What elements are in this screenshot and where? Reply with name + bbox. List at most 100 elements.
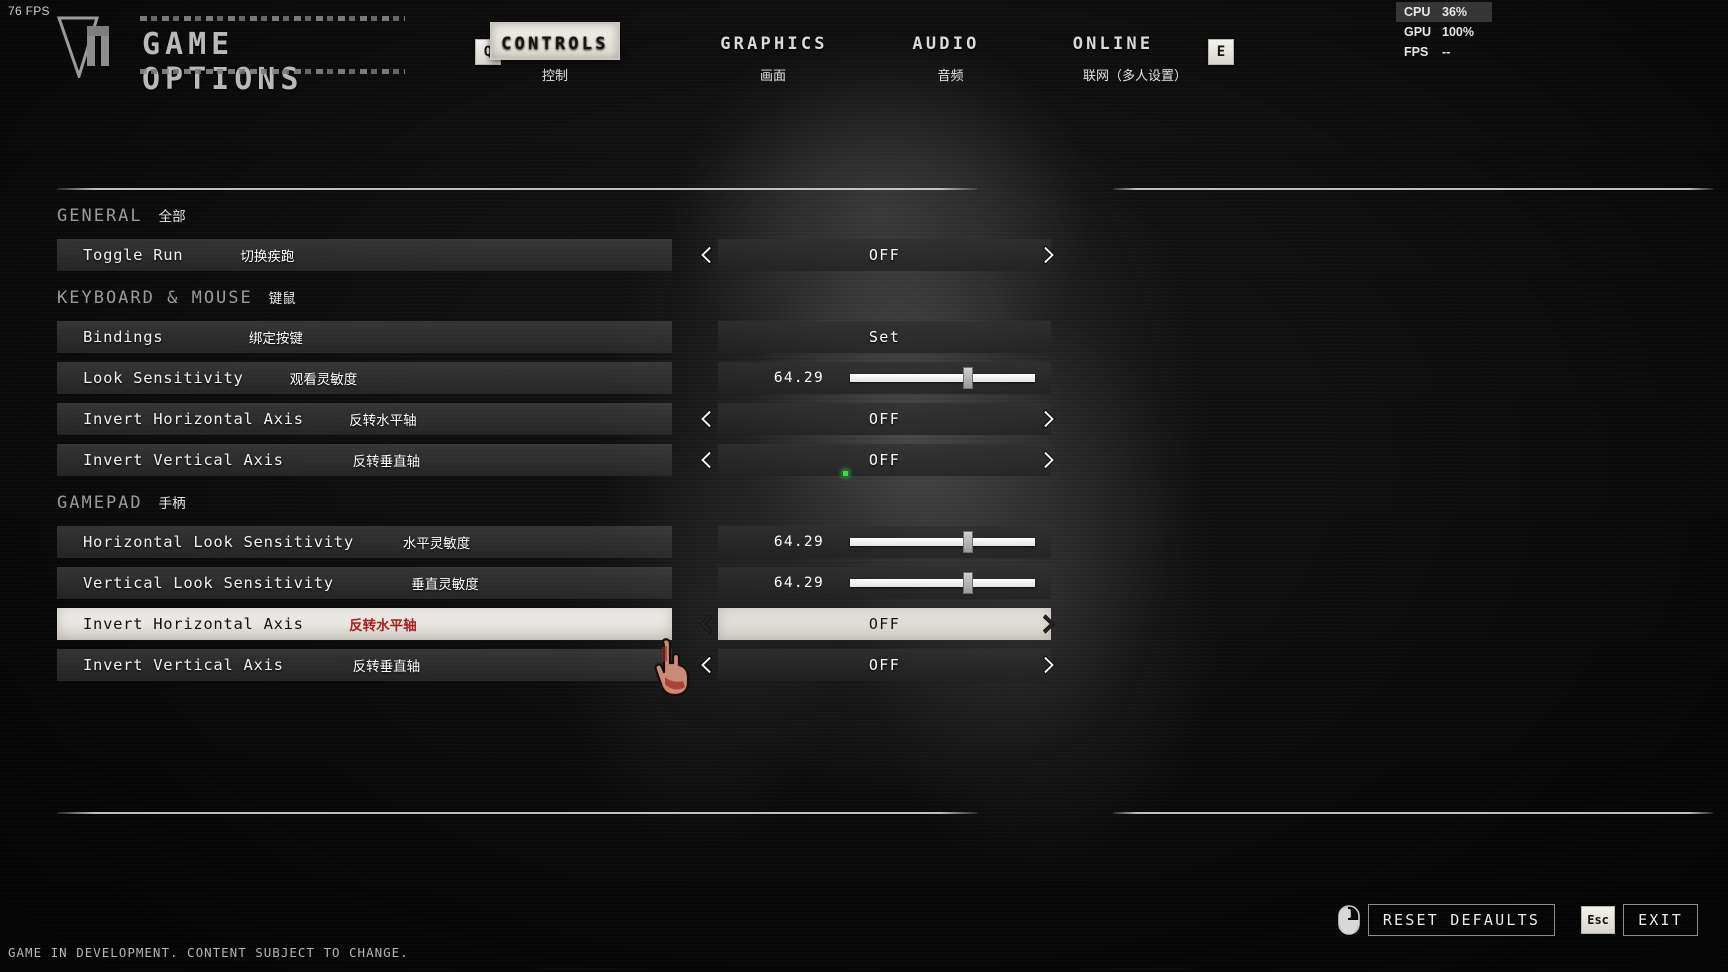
settings-group-header: GENERAL 全部 — [57, 205, 1087, 239]
reset-defaults-button[interactable]: RESET DEFAULTS — [1338, 904, 1556, 936]
setting-label-box[interactable]: Invert Vertical Axis 反转垂直轴 — [57, 444, 672, 476]
slider-track[interactable] — [850, 572, 1035, 594]
tab-label: CONTROLS — [501, 34, 609, 54]
perf-cpu-value: 36% — [1442, 5, 1468, 19]
setting-label-box[interactable]: Invert Vertical Axis 反转垂直轴 — [57, 649, 672, 681]
perf-fps-value: -- — [1442, 45, 1451, 59]
chevron-left-icon[interactable] — [694, 407, 718, 431]
setting-toggle-value: OFF — [868, 410, 901, 428]
settings-group-title: KEYBOARD & MOUSE — [57, 288, 253, 308]
setting-control[interactable]: OFF — [682, 403, 1087, 435]
setting-label: Invert Horizontal Axis — [83, 410, 304, 428]
perf-cpu-row: CPU 36% — [1396, 2, 1492, 22]
setting-label: Toggle Run — [83, 246, 184, 264]
chevron-right-icon[interactable] — [1037, 653, 1061, 677]
settings-list: GENERAL 全部 Toggle Run 切换疾跑 OFF KEYBOARD & MOU… — [57, 205, 1087, 690]
setting-label-cn: 切换疾跑 — [240, 249, 295, 265]
content-rule-bottom-left — [57, 812, 977, 814]
setting-control-box[interactable]: OFF — [718, 649, 1051, 681]
setting-label: Invert Vertical Axis — [83, 656, 284, 674]
setting-row[interactable]: Look Sensitivity 观看灵敏度 64.29 — [57, 362, 1087, 394]
setting-row[interactable]: Invert Vertical Axis 反转垂直轴 OFF — [57, 444, 1087, 477]
setting-toggle-value: OFF — [868, 656, 901, 674]
settings-group-title: GAMEPAD — [57, 493, 143, 513]
setting-control-box[interactable]: OFF — [718, 444, 1051, 476]
setting-label-box[interactable]: Invert Horizontal Axis 反转水平轴 — [57, 403, 672, 435]
setting-label-box[interactable]: Horizontal Look Sensitivity 水平灵敏度 — [57, 526, 672, 558]
footer-actions: RESET DEFAULTS Esc EXIT — [1338, 904, 1698, 936]
setting-label-box[interactable]: Look Sensitivity 观看灵敏度 — [57, 362, 672, 394]
setting-control-box[interactable]: 64.29 — [718, 362, 1051, 394]
content-rule-top-left — [57, 188, 977, 190]
content-rule-top-right — [1113, 188, 1713, 190]
setting-control[interactable]: 64.29 — [682, 526, 1087, 558]
perf-fps-row: FPS -- — [1396, 42, 1492, 62]
setting-control-box[interactable]: 64.29 — [718, 567, 1051, 599]
setting-label: Bindings — [83, 328, 164, 346]
setting-control[interactable]: Set — [682, 321, 1087, 353]
exit-button[interactable]: Esc EXIT — [1581, 904, 1698, 936]
setting-control[interactable]: 64.29 — [682, 567, 1087, 599]
settings-group-title: GENERAL — [57, 206, 143, 226]
setting-label-cn: 垂直灵敏度 — [411, 577, 479, 593]
chevron-left-icon[interactable] — [694, 653, 718, 677]
slider-track[interactable] — [850, 531, 1035, 553]
slider-thumb[interactable] — [962, 531, 973, 553]
chevron-right-icon[interactable] — [1037, 448, 1061, 472]
setting-control[interactable]: OFF — [682, 608, 1087, 640]
chevron-left-icon[interactable] — [694, 448, 718, 472]
setting-control[interactable]: OFF — [682, 444, 1087, 477]
setting-control-box[interactable]: Set — [718, 321, 1051, 353]
tab-label-cn: 联网（多人设置） — [1082, 69, 1187, 84]
setting-label-box[interactable]: Vertical Look Sensitivity 垂直灵敏度 — [57, 567, 672, 599]
perf-fps-label: FPS — [1404, 45, 1429, 59]
settings-group-title-cn: 键鼠 — [268, 291, 296, 307]
setting-label: Invert Vertical Axis — [83, 451, 284, 469]
tab-online[interactable]: ONLINE 联网（多人设置） — [993, 34, 1233, 84]
setting-row[interactable]: Bindings 绑定按键 Set — [57, 321, 1087, 353]
setting-toggle-value: OFF — [868, 615, 901, 633]
tab-controls[interactable]: CONTROLS 控制 — [435, 22, 675, 84]
setting-label-cn: 观看灵敏度 — [289, 372, 358, 388]
exit-label: EXIT — [1623, 904, 1698, 936]
chevron-right-icon[interactable] — [1037, 612, 1061, 636]
setting-label-cn: 反转垂直轴 — [352, 454, 421, 470]
slider-track[interactable] — [850, 367, 1035, 389]
setting-control-box[interactable]: OFF — [718, 239, 1051, 271]
setting-label: Vertical Look Sensitivity — [83, 574, 334, 592]
setting-control-box[interactable]: OFF — [718, 403, 1051, 435]
chevron-left-icon[interactable] — [694, 612, 718, 636]
title-rule-top — [140, 16, 405, 21]
settings-group-header: KEYBOARD & MOUSE 键鼠 — [57, 287, 1087, 321]
setting-label: Invert Horizontal Axis — [83, 615, 304, 633]
chevron-right-icon[interactable] — [1037, 243, 1061, 267]
setting-control-box[interactable]: OFF — [718, 608, 1051, 640]
setting-control[interactable]: OFF — [682, 239, 1087, 271]
setting-row[interactable]: Invert Horizontal Axis 反转水平轴 OFF — [57, 608, 1087, 640]
setting-control[interactable]: 64.29 — [682, 362, 1087, 394]
slider-value: 64.29 — [773, 370, 824, 386]
tab-label-cn: 控制 — [541, 69, 568, 84]
status-indicator-dot — [842, 470, 849, 477]
slider-value: 64.29 — [773, 534, 824, 550]
setting-row[interactable]: Toggle Run 切换疾跑 OFF — [57, 239, 1087, 271]
setting-control[interactable]: OFF — [682, 649, 1087, 681]
slider-thumb[interactable] — [962, 572, 973, 594]
setting-row[interactable]: Horizontal Look Sensitivity 水平灵敏度 64.29 — [57, 526, 1087, 558]
setting-button-label: Set — [868, 328, 901, 346]
setting-label-cn: 反转水平轴 — [349, 413, 417, 429]
setting-label-box[interactable]: Invert Horizontal Axis 反转水平轴 — [57, 608, 672, 640]
setting-label-cn: 绑定按键 — [248, 331, 303, 347]
setting-row[interactable]: Invert Vertical Axis 反转垂直轴 OFF — [57, 649, 1087, 681]
chevron-left-icon[interactable] — [694, 243, 718, 267]
chevron-right-icon[interactable] — [1037, 407, 1061, 431]
setting-label-box[interactable]: Bindings 绑定按键 — [57, 321, 672, 353]
slider-thumb[interactable] — [962, 367, 973, 389]
perf-gpu-label: GPU — [1404, 25, 1432, 39]
setting-label-box[interactable]: Toggle Run 切换疾跑 — [57, 239, 672, 271]
setting-row[interactable]: Vertical Look Sensitivity 垂直灵敏度 64.29 — [57, 567, 1087, 599]
setting-control-box[interactable]: 64.29 — [718, 526, 1051, 558]
setting-label-cn: 反转水平轴 — [349, 618, 417, 634]
perf-gpu-row: GPU 100% — [1396, 22, 1492, 42]
setting-row[interactable]: Invert Horizontal Axis 反转水平轴 OFF — [57, 403, 1087, 435]
